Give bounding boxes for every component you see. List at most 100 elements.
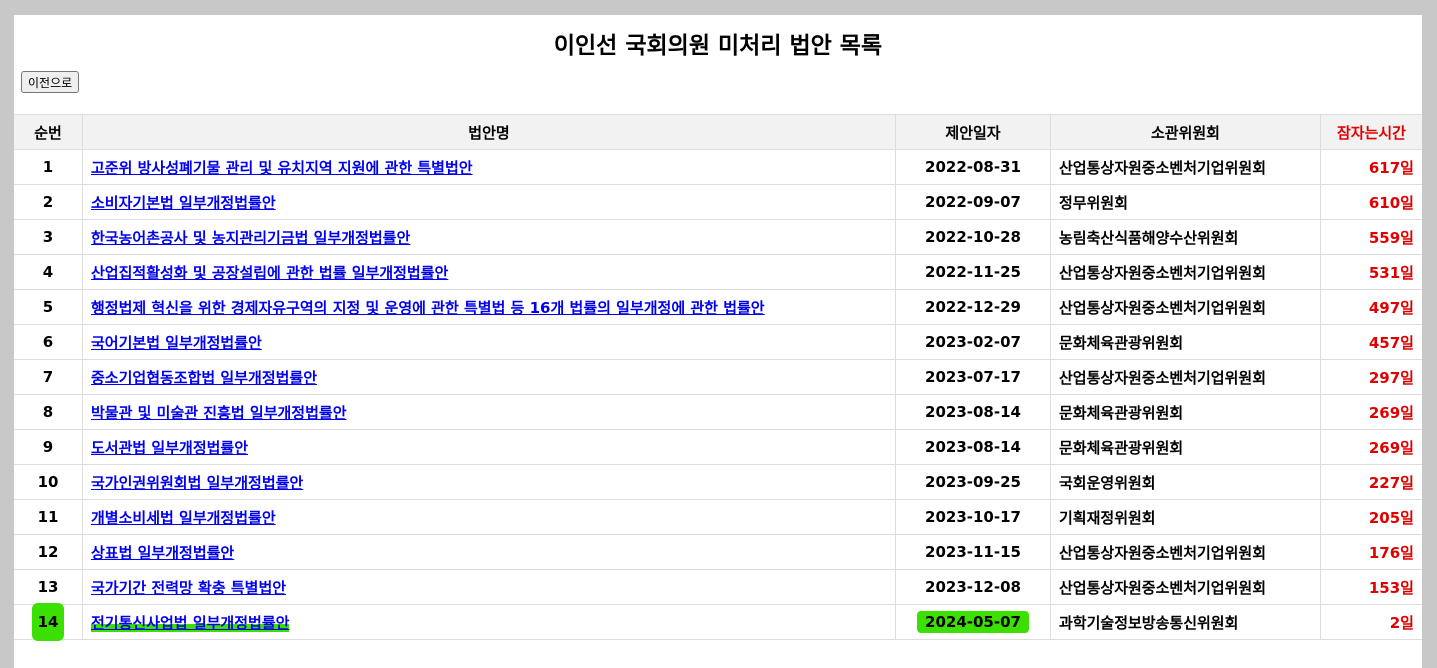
table-row: 13 국가기간 전력망 확충 특별법안 2023-12-08 산업통상자원중소벤처기업… (14, 569, 1422, 605)
bill-title-link[interactable]: 산업집적활성화 및 공장설립에 관한 법률 일부개정법률안 (91, 264, 448, 282)
table-row: 14 전기통신사업법 일부개정법률안 2024-05-07 과학기술정보방송통신위원회… (14, 603, 1422, 641)
row-title-cell: 고준위 방사성폐기물 관리 및 유치지역 지원에 관한 특별법안 (82, 149, 896, 185)
row-date-cell: 2023-08-14 (895, 429, 1051, 465)
proposal-date: 2023-12-08 (925, 578, 1021, 596)
row-title-cell: 개별소비세법 일부개정법률안 (82, 499, 896, 535)
page-container: 이인선 국회의원 미처리 법안 목록 이전으로 순번 법안명 제안일자 소관위원… (14, 15, 1422, 668)
row-num: 8 (42, 403, 54, 421)
bill-title-link[interactable]: 중소기업협동조합법 일부개정법률안 (91, 369, 317, 387)
committee-name: 정무위원회 (1050, 184, 1321, 220)
pending-days: 497일 (1320, 289, 1422, 325)
pending-days: 269일 (1320, 429, 1422, 465)
row-num-cell: 11 (14, 499, 83, 535)
row-num: 14 (31, 603, 65, 641)
committee-name: 산업통상자원중소벤처기업위원회 (1050, 289, 1321, 325)
bill-title-link[interactable]: 박물관 및 미술관 진흥법 일부개정법률안 (91, 404, 347, 422)
row-num-cell: 3 (14, 219, 83, 255)
committee-name: 기획재정위원회 (1050, 499, 1321, 535)
table-body: 1 고준위 방사성폐기물 관리 및 유치지역 지원에 관한 특별법안 2022-08… (14, 149, 1422, 641)
table-row: 2 소비자기본법 일부개정법률안 2022-09-07 정무위원회 610일 (14, 184, 1422, 220)
proposal-date: 2023-07-17 (925, 368, 1021, 386)
bill-title-link[interactable]: 국가인권위원회법 일부개정법률안 (91, 474, 303, 492)
pending-days: 531일 (1320, 254, 1422, 290)
proposal-date: 2023-08-14 (925, 403, 1021, 421)
row-date-cell: 2022-12-29 (895, 289, 1051, 325)
table-row: 8 박물관 및 미술관 진흥법 일부개정법률안 2023-08-14 문화체육관광위원… (14, 394, 1422, 430)
pending-days: 153일 (1320, 569, 1422, 605)
bill-title-link[interactable]: 고준위 방사성폐기물 관리 및 유치지역 지원에 관한 특별법안 (91, 159, 473, 177)
row-num: 7 (42, 368, 54, 386)
bill-title-link[interactable]: 전기통신사업법 일부개정법률안 (91, 613, 290, 632)
row-title-cell: 소비자기본법 일부개정법률안 (82, 184, 896, 220)
row-date-cell: 2023-11-15 (895, 534, 1051, 570)
row-num: 2 (42, 193, 54, 211)
table-row: 5 행정법제 혁신을 위한 경제자유구역의 지정 및 운영에 관한 특별법 등 1… (14, 289, 1422, 325)
row-date-cell: 2024-05-07 (895, 604, 1051, 640)
row-date-cell: 2022-09-07 (895, 184, 1051, 220)
row-date-cell: 2023-02-07 (895, 324, 1051, 360)
pending-days: 227일 (1320, 464, 1422, 500)
row-title-cell: 한국농어촌공사 및 농지관리기금법 일부개정법률안 (82, 219, 896, 255)
committee-name: 문화체육관광위원회 (1050, 324, 1321, 360)
pending-days: 297일 (1320, 359, 1422, 395)
proposal-date: 2023-09-25 (925, 473, 1021, 491)
row-date-cell: 2022-08-31 (895, 149, 1051, 185)
proposal-date: 2023-10-17 (925, 508, 1021, 526)
page-title: 이인선 국회의원 미처리 법안 목록 (553, 33, 883, 59)
header-title: 법안명 (82, 114, 896, 150)
committee-name: 산업통상자원중소벤처기업위원회 (1050, 149, 1321, 185)
pending-days: 176일 (1320, 534, 1422, 570)
proposal-date: 2022-09-07 (925, 193, 1021, 211)
row-num: 5 (42, 298, 54, 316)
row-title-cell: 중소기업협동조합법 일부개정법률안 (82, 359, 896, 395)
bill-title-link[interactable]: 소비자기본법 일부개정법률안 (91, 194, 276, 212)
row-num-cell: 14 (14, 603, 83, 641)
row-title-cell: 산업집적활성화 및 공장설립에 관한 법률 일부개정법률안 (82, 254, 896, 290)
bill-title-link[interactable]: 상표법 일부개정법률안 (91, 544, 234, 562)
row-num-cell: 6 (14, 324, 83, 360)
row-num-cell: 2 (14, 184, 83, 220)
row-num: 10 (37, 473, 59, 491)
back-button[interactable]: 이전으로 (21, 71, 80, 93)
row-num: 6 (42, 333, 54, 351)
row-num: 3 (42, 228, 54, 246)
proposal-date: 2022-12-29 (925, 298, 1021, 316)
row-num: 12 (37, 543, 59, 561)
table-row: 11 개별소비세법 일부개정법률안 2023-10-17 기획재정위원회 205일 (14, 499, 1422, 535)
row-num-cell: 13 (14, 569, 83, 605)
bill-title-link[interactable]: 개별소비세법 일부개정법률안 (91, 509, 276, 527)
bill-title-link[interactable]: 도서관법 일부개정법률안 (91, 439, 248, 457)
table-row: 10 국가인권위원회법 일부개정법률안 2023-09-25 국회운영위원회 227일 (14, 464, 1422, 500)
row-title-cell: 전기통신사업법 일부개정법률안 (82, 604, 896, 640)
pending-days: 205일 (1320, 499, 1422, 535)
row-date-cell: 2023-08-14 (895, 394, 1051, 430)
header-committee: 소관위원회 (1050, 114, 1321, 150)
proposal-date: 2023-02-07 (925, 333, 1021, 351)
table-row: 9 도서관법 일부개정법률안 2023-08-14 문화체육관광위원회 269일 (14, 429, 1422, 465)
header-row: 순번 법안명 제안일자 소관위원회 잠자는시간 (14, 114, 1422, 150)
row-num-cell: 5 (14, 289, 83, 325)
header-num: 순번 (14, 114, 83, 150)
table-row: 4 산업집적활성화 및 공장설립에 관한 법률 일부개정법률안 2022-11-25… (14, 254, 1422, 290)
committee-name: 국회운영위원회 (1050, 464, 1321, 500)
row-num-cell: 8 (14, 394, 83, 430)
table-header: 순번 법안명 제안일자 소관위원회 잠자는시간 (14, 114, 1422, 150)
row-title-cell: 상표법 일부개정법률안 (82, 534, 896, 570)
proposal-date: 2024-05-07 (917, 611, 1029, 633)
bill-title-link[interactable]: 행정법제 혁신을 위한 경제자유구역의 지정 및 운영에 관한 특별법 등 16… (91, 299, 765, 317)
row-date-cell: 2023-12-08 (895, 569, 1051, 605)
bill-title-link[interactable]: 한국농어촌공사 및 농지관리기금법 일부개정법률안 (91, 229, 410, 247)
row-date-cell: 2022-10-28 (895, 219, 1051, 255)
row-num: 1 (42, 158, 54, 176)
committee-name: 산업통상자원중소벤처기업위원회 (1050, 569, 1321, 605)
row-num-cell: 7 (14, 359, 83, 395)
committee-name: 문화체육관광위원회 (1050, 394, 1321, 430)
row-num-cell: 12 (14, 534, 83, 570)
table-row: 3 한국농어촌공사 및 농지관리기금법 일부개정법률안 2022-10-28 농림축산… (14, 219, 1422, 255)
row-title-cell: 박물관 및 미술관 진흥법 일부개정법률안 (82, 394, 896, 430)
header-days: 잠자는시간 (1320, 114, 1422, 150)
committee-name: 산업통상자원중소벤처기업위원회 (1050, 534, 1321, 570)
bill-title-link[interactable]: 국가기간 전력망 확충 특별법안 (91, 579, 286, 597)
bill-title-link[interactable]: 국어기본법 일부개정법률안 (91, 334, 262, 352)
row-title-cell: 국어기본법 일부개정법률안 (82, 324, 896, 360)
